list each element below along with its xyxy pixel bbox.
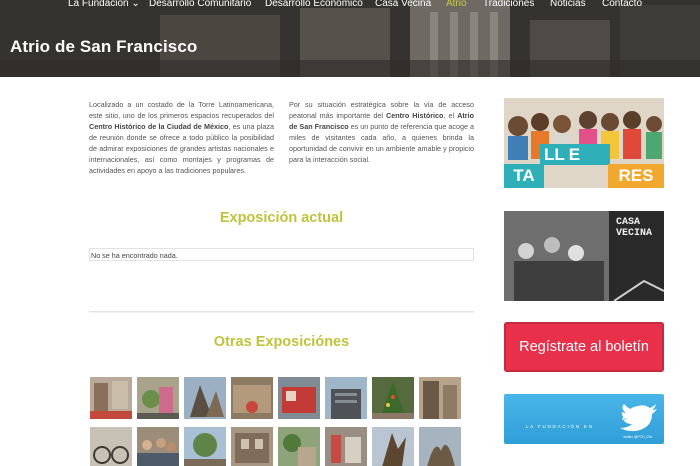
header-hero: La Fundación ⌄ Desarrollo Comunitario De… [0,0,700,77]
other-exhibitions-title: Otras Exposiciónes [213,334,350,350]
talleres-text-res: RES [608,164,664,188]
nav-item-desarrollo-comunitario[interactable]: Desarrollo Comunitario [149,0,251,9]
nav-item-atrio[interactable]: Atrio [446,0,467,9]
casa-vecina-banner[interactable]: CASA VECINA [504,211,664,301]
talleres-text-ll: LL [544,145,565,164]
intro-right-column: Por su situación estratégica sobre la ví… [289,100,474,164]
casa-vecina-text-line1: CASA [616,217,641,228]
exhibition-thumbnail[interactable] [278,427,320,466]
exhibition-thumbnail[interactable] [90,427,132,466]
exhibition-thumbnail[interactable] [419,377,461,419]
exhibition-thumbnail[interactable] [372,377,414,419]
exhibition-thumbnail[interactable] [137,427,179,466]
main-nav: La Fundación ⌄ Desarrollo Comunitario De… [0,0,700,14]
nav-item-noticias[interactable]: Noticias [550,0,586,9]
exhibition-thumbnail[interactable] [90,377,132,419]
exhibition-thumbnail[interactable] [325,427,367,466]
current-exhibition-empty: No se ha encontrado nada. [89,248,474,261]
exhibition-thumbnail[interactable] [184,427,226,466]
nav-item-tradiciones[interactable]: Tradiciones [483,0,534,9]
twitter-follow-button[interactable]: LA FUNDACIÓN EN twitter @FCH_CM [504,394,664,444]
exhibition-thumbnail[interactable] [325,377,367,419]
current-exhibition-title: Exposición actual [219,210,344,226]
exhibition-thumbnail[interactable] [137,377,179,419]
nav-item-la-fundacion[interactable]: La Fundación ⌄ [68,0,140,9]
page-title: Atrio de San Francisco [10,37,198,56]
section-divider [89,311,474,313]
exhibition-thumbnail[interactable] [231,427,273,466]
casa-vecina-text-line2: VECINA [616,228,653,239]
talleres-text-e: E [568,145,581,164]
exhibition-thumbnail[interactable] [419,427,461,466]
talleres-text-ta: TA [504,164,544,188]
exhibition-thumbnail[interactable] [372,427,414,466]
twitter-label: LA FUNDACIÓN EN [526,424,594,429]
twitter-handle: twitter @FCH_CM [623,435,652,439]
exhibition-thumbnail[interactable] [184,377,226,419]
talleres-banner[interactable]: LL E TA RES [504,98,664,188]
exhibition-thumbnail[interactable] [278,377,320,419]
nav-item-desarrollo-economico[interactable]: Desarrollo Económico [265,0,363,9]
nav-item-casa-vecina[interactable]: Casa Vecina [375,0,431,9]
exhibition-thumbnail[interactable] [231,377,273,419]
empty-message: No se ha encontrado nada. [91,251,178,260]
intro-left-column: Localizado a un costado de la Torre Lati… [89,100,274,175]
newsletter-signup-button[interactable]: Regístrate al boletín [504,322,664,372]
nav-item-contacto[interactable]: Contacto [602,0,642,9]
